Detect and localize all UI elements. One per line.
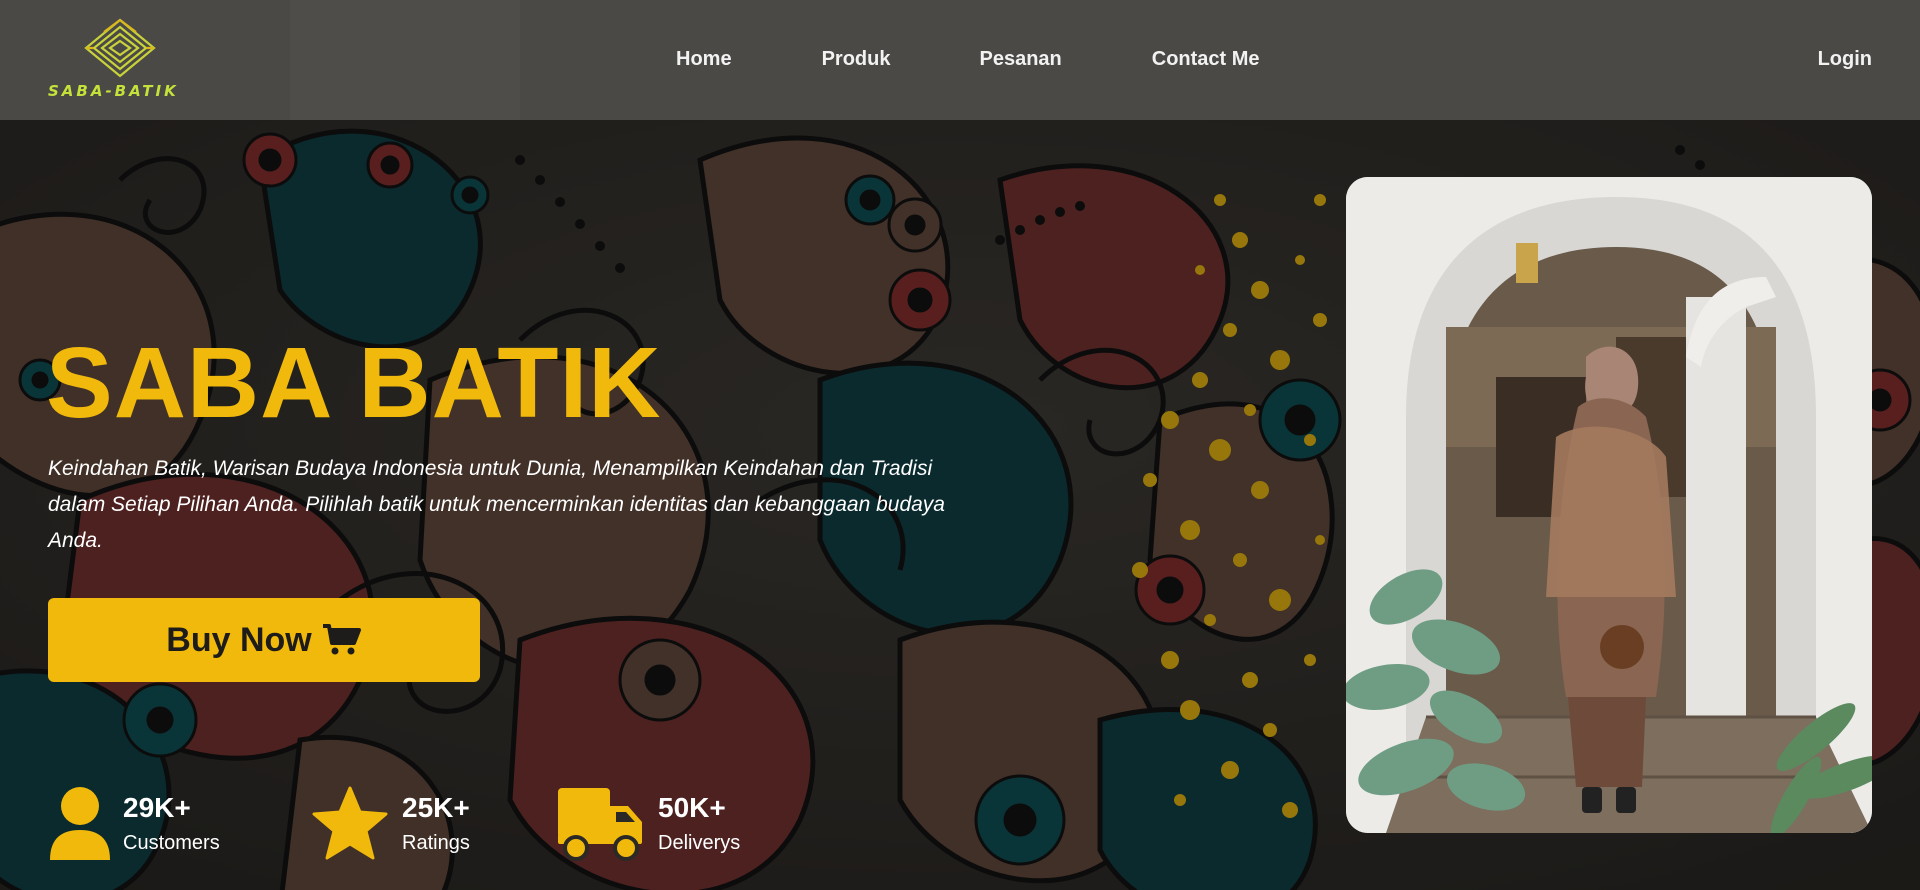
logo-text: SABA-BATIK (48, 82, 179, 100)
nav-link-contact[interactable]: Contact Me (1152, 48, 1260, 71)
brand-logo[interactable]: SABA-BATIK (48, 18, 208, 106)
hero-model-photo (1346, 177, 1872, 833)
stat-customers: 29K+ Customers (48, 786, 248, 866)
nav-link-produk[interactable]: Produk (822, 48, 891, 71)
stat-value: 50K+ (658, 792, 726, 823)
hero-title: SABA BATIK (46, 327, 662, 439)
hero-description: Keindahan Batik, Warisan Budaya Indonesi… (48, 457, 945, 552)
nav-links: Home Produk Pesanan Contact Me (676, 48, 1260, 71)
nav-spacer (290, 0, 520, 120)
stat-value: 29K+ (123, 792, 191, 823)
shopping-cart-icon (322, 624, 361, 655)
stat-label: Ratings (402, 832, 470, 854)
diamond-maze-logo-icon (84, 18, 156, 78)
navbar: SABA-BATIK Home Produk Pesanan Contact M… (0, 0, 1920, 120)
stat-label: Customers (123, 832, 220, 854)
woman-in-batik-photo (1346, 177, 1872, 833)
nav-link-pesanan[interactable]: Pesanan (979, 48, 1061, 71)
stat-value: 25K+ (402, 792, 470, 823)
stat-label: Deliverys (658, 832, 741, 854)
truck-icon (558, 788, 642, 861)
stat-ratings: 25K+ Ratings (312, 786, 512, 866)
buy-now-label: Buy Now (166, 620, 312, 659)
buy-now-button[interactable]: Buy Now (48, 598, 480, 682)
star-icon (312, 786, 388, 860)
nav-link-home[interactable]: Home (676, 48, 732, 71)
user-icon (50, 787, 110, 860)
stat-deliveries: 50K+ Deliverys (556, 786, 776, 866)
login-link[interactable]: Login (1818, 48, 1872, 71)
